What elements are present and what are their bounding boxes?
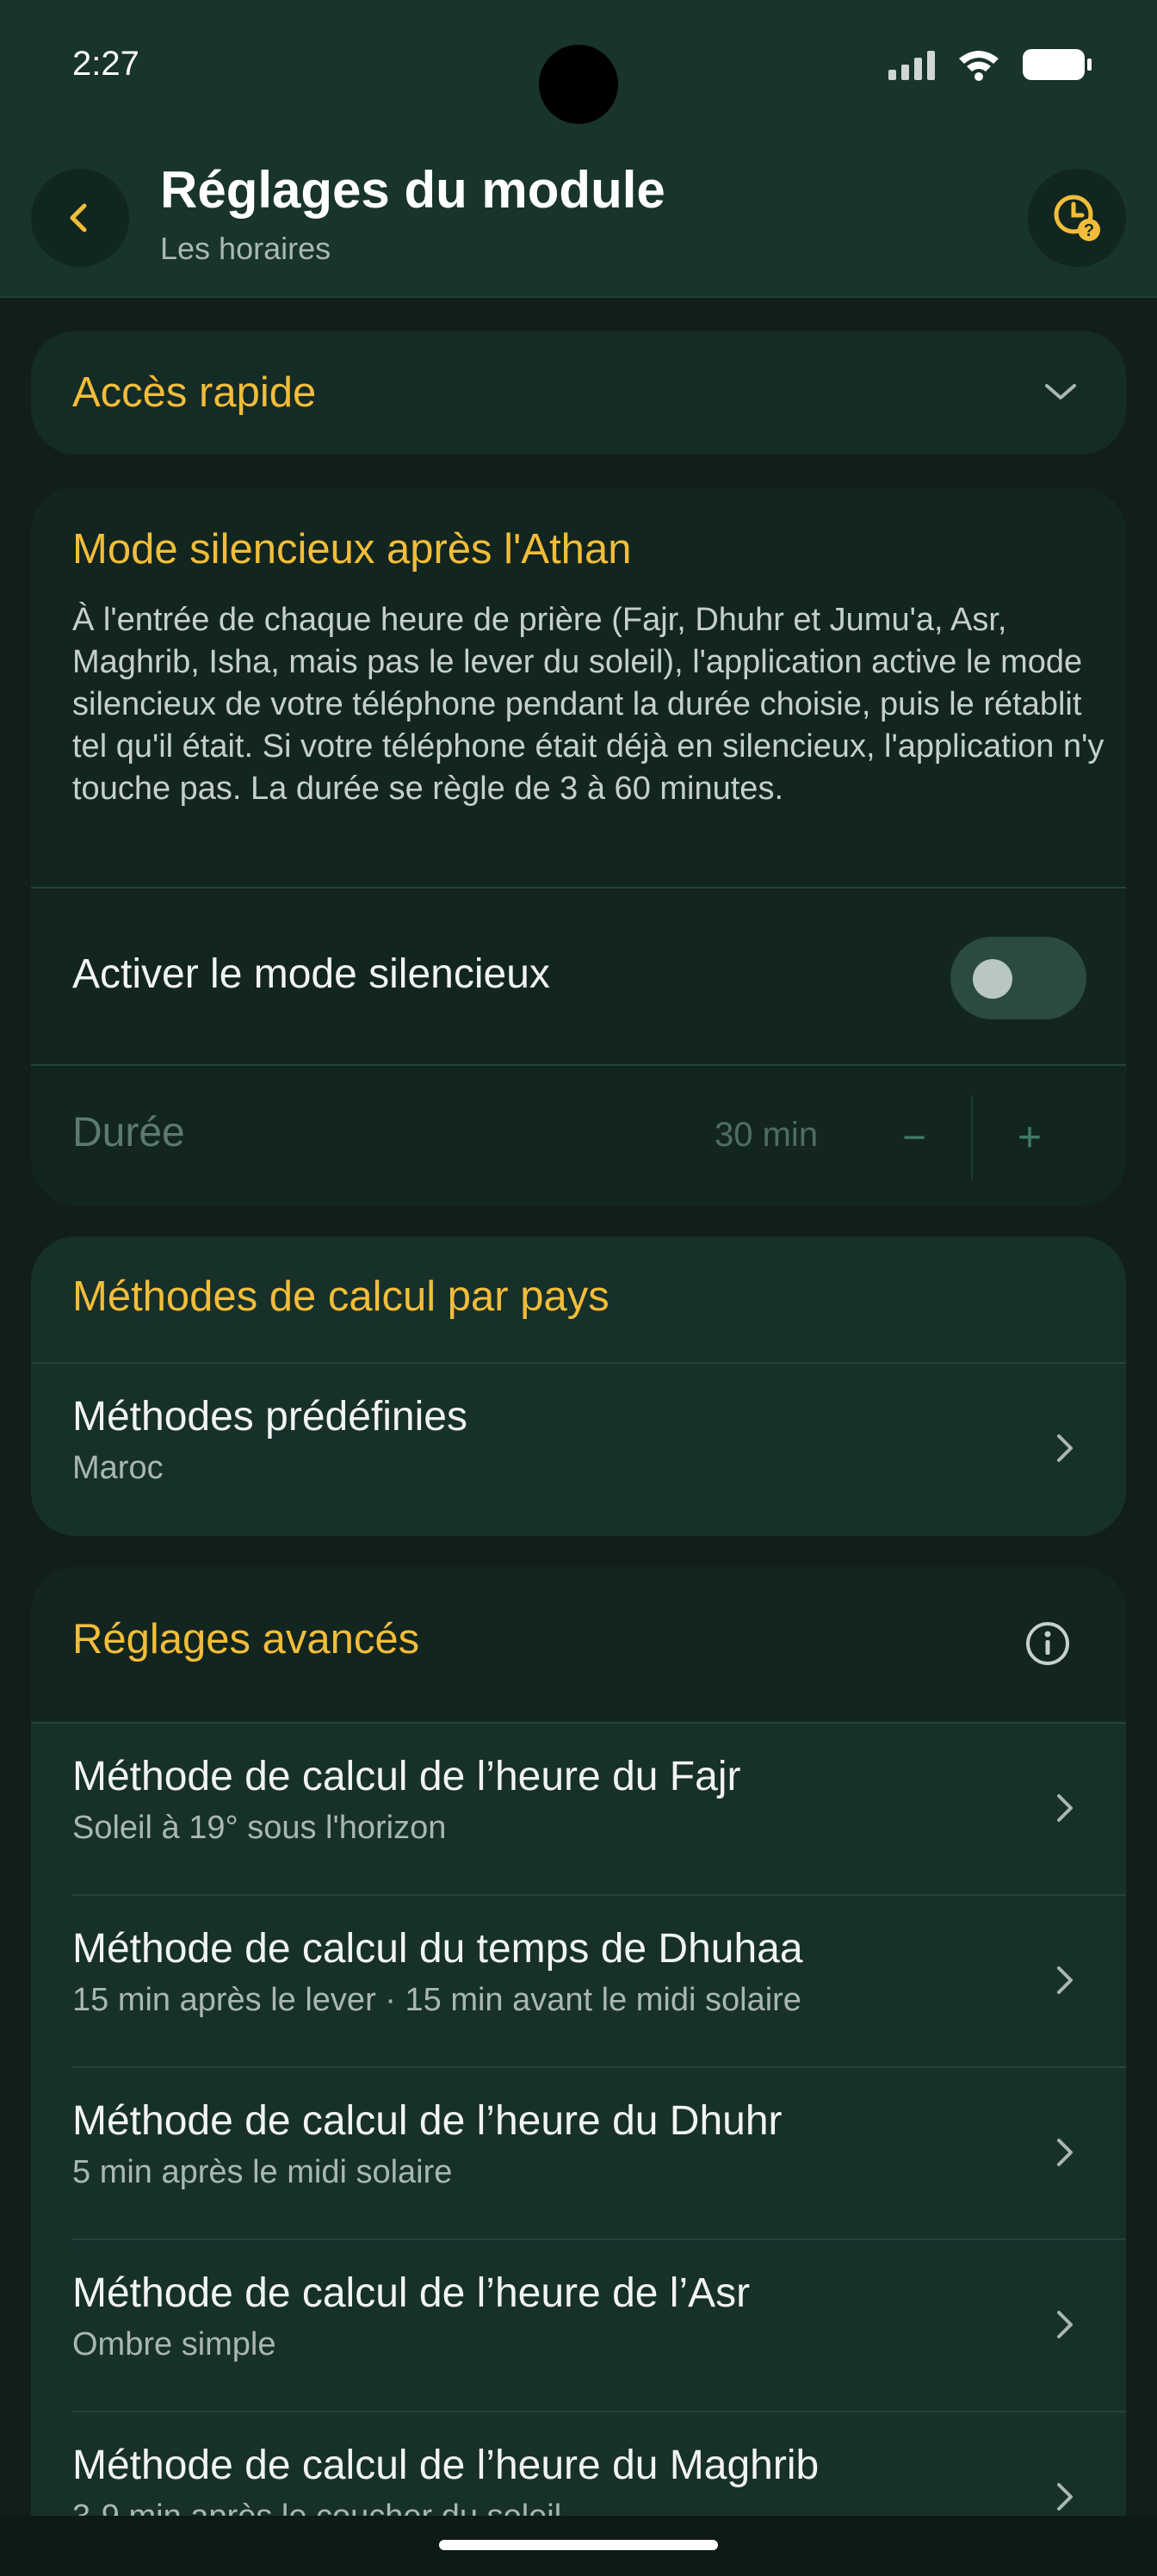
duration-stepper: − + (857, 1095, 1086, 1180)
svg-text:?: ? (1084, 221, 1094, 240)
chevron-right-icon (1057, 2311, 1073, 2338)
asr-method-value: Ombre simple (72, 2326, 276, 2362)
decrease-button[interactable]: − (857, 1095, 971, 1180)
wifi-icon (959, 51, 999, 81)
silent-toggle-label: Activer le mode silencieux (72, 951, 550, 997)
country-methods-title: Méthodes de calcul par pays (72, 1273, 609, 1320)
signal-icon (888, 49, 935, 80)
chevron-right-icon (1057, 1434, 1073, 1462)
page-title: Réglages du module (160, 161, 665, 219)
page-subtitle: Les horaires (160, 231, 331, 266)
home-indicator[interactable] (439, 2540, 718, 2550)
chevron-right-icon (1057, 1966, 1073, 1994)
toggle-knob (973, 959, 1012, 999)
asr-method-item[interactable]: Méthode de calcul de l’heure de l’Asr Om… (31, 2240, 1126, 2412)
divider (31, 887, 1126, 889)
chevron-right-icon (1057, 1794, 1073, 1822)
chevron-left-icon (70, 203, 87, 232)
quick-access-card[interactable]: Accès rapide (31, 331, 1126, 455)
predefined-methods-value: Maroc (72, 1450, 164, 1486)
chevron-right-icon (1057, 2483, 1073, 2511)
chevron-right-icon (1057, 2139, 1073, 2166)
dhuhaa-method-item[interactable]: Méthode de calcul du temps de Dhuhaa 15 … (31, 1896, 1126, 2068)
schedule-help-button[interactable]: ? (1028, 169, 1126, 267)
advanced-title: Réglages avancés (72, 1616, 420, 1663)
chevron-down-icon (1045, 384, 1076, 399)
quick-access-title: Accès rapide (72, 369, 317, 416)
predefined-methods-label: Méthodes prédéfinies (72, 1394, 467, 1440)
dhuhaa-method-label: Méthode de calcul du temps de Dhuhaa (72, 1926, 803, 1972)
duration-label: Durée (72, 1110, 185, 1155)
fajr-method-value: Soleil à 19° sous l'horizon (72, 1810, 447, 1846)
silent-mode-toggle[interactable] (950, 937, 1086, 1019)
info-icon[interactable] (1024, 1620, 1071, 1667)
country-methods-card: Méthodes de calcul par pays Méthodes pré… (31, 1236, 1126, 1536)
dhuhr-method-item[interactable]: Méthode de calcul de l’heure du Dhuhr 5 … (31, 2068, 1126, 2240)
fajr-method-label: Méthode de calcul de l’heure du Fajr (72, 1754, 741, 1799)
clock-question-icon: ? (1054, 195, 1100, 241)
screen: 2:27 Réglages du module Les horaires ? A… (0, 0, 1157, 2576)
battery-icon (1023, 49, 1092, 80)
status-icons (888, 48, 1092, 81)
increase-button[interactable]: + (973, 1095, 1086, 1180)
silent-mode-description: À l'entrée de chaque heure de prière (Fa… (72, 602, 1104, 807)
silent-mode-title: Mode silencieux après l'Athan (72, 526, 632, 573)
dhuhr-method-value: 5 min après le midi solaire (72, 2154, 453, 2190)
camera-cutout (539, 45, 618, 124)
divider (31, 1064, 1126, 1066)
silent-mode-card: Mode silencieux après l'Athan À l'entrée… (31, 487, 1126, 1205)
fajr-method-item[interactable]: Méthode de calcul de l’heure du Fajr Sol… (31, 1724, 1126, 1896)
duration-value: 30 min (715, 1116, 819, 1154)
app-bar: 2:27 Réglages du module Les horaires ? (0, 0, 1157, 298)
asr-method-label: Méthode de calcul de l’heure de l’Asr (72, 2270, 751, 2316)
advanced-settings-card: Réglages avancés Méthode de calcul de l’… (31, 1567, 1126, 2576)
status-time: 2:27 (72, 45, 139, 83)
predefined-methods-item[interactable]: Méthodes prédéfinies Maroc (31, 1364, 1126, 1536)
back-button[interactable] (31, 169, 129, 267)
dhuhaa-method-value: 15 min après le lever · 15 min avant le … (72, 1982, 801, 2018)
dhuhr-method-label: Méthode de calcul de l’heure du Dhuhr (72, 2098, 783, 2144)
maghrib-method-label: Méthode de calcul de l’heure du Maghrib (72, 2443, 820, 2488)
